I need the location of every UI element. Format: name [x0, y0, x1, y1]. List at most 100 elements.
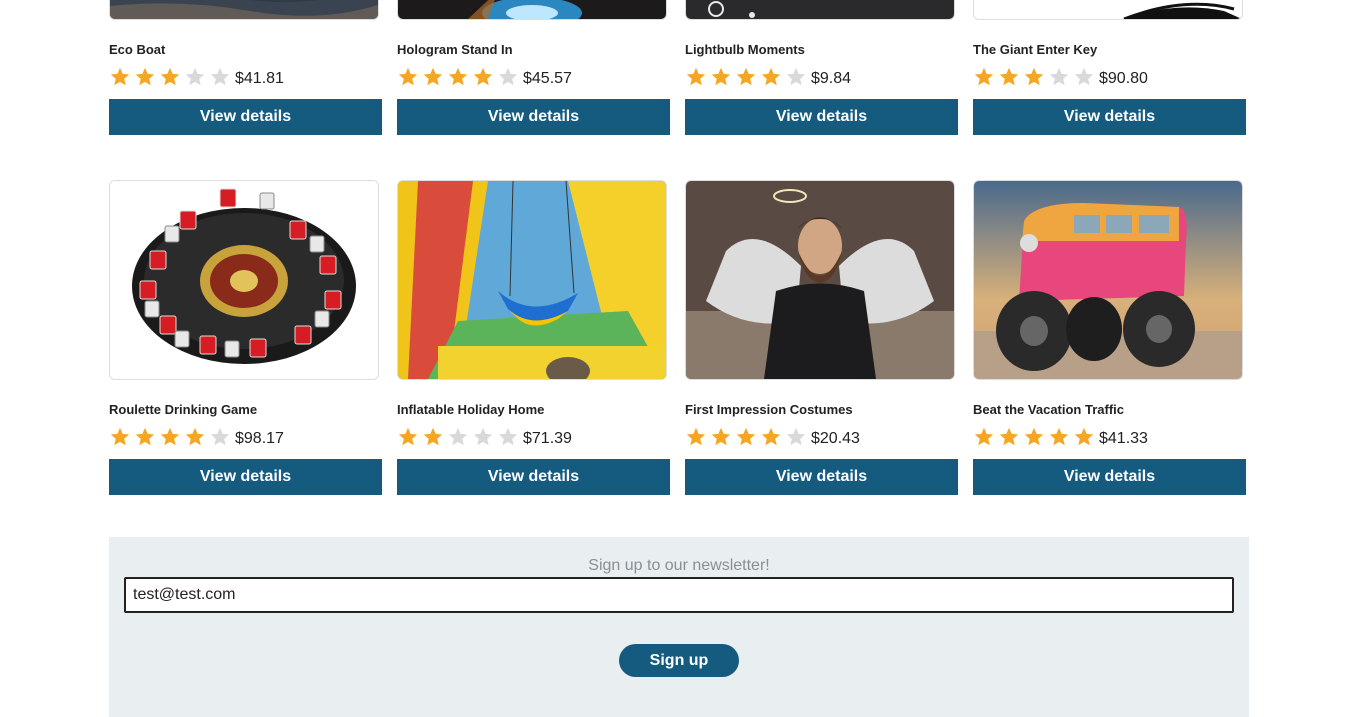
- star-empty-icon: [786, 427, 806, 446]
- star-filled-icon: [711, 427, 731, 446]
- view-details-button[interactable]: View details: [397, 459, 670, 495]
- product-price: $41.33: [1099, 430, 1148, 447]
- product-card: The Giant Enter Key $90.80 View details: [973, 0, 1246, 135]
- star-filled-icon: [135, 67, 155, 86]
- product-name[interactable]: Roulette Drinking Game: [109, 402, 382, 418]
- product-price: $41.81: [235, 70, 284, 87]
- star-filled-icon: [135, 427, 155, 446]
- product-card: Eco Boat $41.81 View details: [109, 0, 382, 135]
- rating-stars: [973, 66, 1095, 88]
- star-filled-icon: [736, 427, 756, 446]
- enter-key-image[interactable]: [973, 0, 1243, 20]
- product-card: First Impression Costumes $20.43 View de…: [685, 180, 958, 495]
- star-filled-icon: [761, 67, 781, 86]
- newsletter-section: Sign up to our newsletter! Sign up: [109, 537, 1249, 717]
- rating-stars: [109, 426, 231, 448]
- star-filled-icon: [1074, 427, 1094, 446]
- product-name[interactable]: First Impression Costumes: [685, 402, 958, 418]
- inflatable-image[interactable]: [397, 180, 667, 380]
- view-details-button[interactable]: View details: [397, 99, 670, 135]
- view-details-button[interactable]: View details: [685, 99, 958, 135]
- product-meta: $71.39: [397, 424, 670, 450]
- rating-stars: [973, 426, 1095, 448]
- monster-van-image[interactable]: [973, 180, 1243, 380]
- star-filled-icon: [160, 427, 180, 446]
- product-meta: $45.57: [397, 64, 670, 90]
- product-price: $98.17: [235, 430, 284, 447]
- star-filled-icon: [761, 427, 781, 446]
- star-filled-icon: [448, 67, 468, 86]
- star-filled-icon: [1024, 427, 1044, 446]
- product-row-top: Eco Boat $41.81 View details Hologram St…: [109, 0, 1249, 135]
- star-filled-icon: [423, 427, 443, 446]
- star-filled-icon: [110, 427, 130, 446]
- rating-stars: [685, 426, 807, 448]
- hologram-image[interactable]: [397, 0, 667, 20]
- product-name[interactable]: The Giant Enter Key: [973, 42, 1246, 58]
- star-filled-icon: [736, 67, 756, 86]
- product-card: Inflatable Holiday Home $71.39 View deta…: [397, 180, 670, 495]
- star-filled-icon: [686, 67, 706, 86]
- star-filled-icon: [160, 67, 180, 86]
- sign-up-button[interactable]: Sign up: [619, 644, 739, 677]
- newsletter-email-input[interactable]: [124, 577, 1234, 613]
- star-filled-icon: [398, 427, 418, 446]
- star-filled-icon: [185, 427, 205, 446]
- product-price: $90.80: [1099, 70, 1148, 87]
- star-empty-icon: [1049, 67, 1069, 86]
- star-filled-icon: [686, 427, 706, 446]
- product-price: $45.57: [523, 70, 572, 87]
- product-price: $20.43: [811, 430, 860, 447]
- roulette-image[interactable]: [109, 180, 379, 380]
- product-name[interactable]: Hologram Stand In: [397, 42, 670, 58]
- star-filled-icon: [1024, 67, 1044, 86]
- rating-stars: [109, 66, 231, 88]
- star-empty-icon: [498, 67, 518, 86]
- product-name[interactable]: Eco Boat: [109, 42, 382, 58]
- newsletter-heading: Sign up to our newsletter!: [588, 557, 770, 574]
- star-empty-icon: [210, 427, 230, 446]
- product-price: $9.84: [811, 70, 852, 87]
- product-price: $71.39: [523, 430, 572, 447]
- product-name[interactable]: Beat the Vacation Traffic: [973, 402, 1246, 418]
- star-filled-icon: [999, 67, 1019, 86]
- product-meta: $41.33: [973, 424, 1246, 450]
- star-filled-icon: [1049, 427, 1069, 446]
- star-filled-icon: [974, 427, 994, 446]
- star-filled-icon: [999, 427, 1019, 446]
- star-empty-icon: [1074, 67, 1094, 86]
- product-name[interactable]: Inflatable Holiday Home: [397, 402, 670, 418]
- rating-stars: [397, 426, 519, 448]
- star-filled-icon: [711, 67, 731, 86]
- star-filled-icon: [398, 67, 418, 86]
- star-filled-icon: [110, 67, 130, 86]
- star-empty-icon: [448, 427, 468, 446]
- star-empty-icon: [473, 427, 493, 446]
- star-empty-icon: [498, 427, 518, 446]
- product-meta: $20.43: [685, 424, 958, 450]
- product-meta: $90.80: [973, 64, 1246, 90]
- view-details-button[interactable]: View details: [973, 99, 1246, 135]
- product-name[interactable]: Lightbulb Moments: [685, 42, 958, 58]
- star-empty-icon: [185, 67, 205, 86]
- product-meta: $9.84: [685, 64, 958, 90]
- product-meta: $41.81: [109, 64, 382, 90]
- view-details-button[interactable]: View details: [973, 459, 1246, 495]
- star-filled-icon: [423, 67, 443, 86]
- star-filled-icon: [473, 67, 493, 86]
- star-empty-icon: [210, 67, 230, 86]
- star-filled-icon: [974, 67, 994, 86]
- eco-boat-image[interactable]: [109, 0, 379, 20]
- view-details-button[interactable]: View details: [685, 459, 958, 495]
- lightbulb-image[interactable]: [685, 0, 955, 20]
- angel-costume-image[interactable]: [685, 180, 955, 380]
- star-empty-icon: [786, 67, 806, 86]
- product-card: Beat the Vacation Traffic $41.33 View de…: [973, 180, 1246, 495]
- product-card: Hologram Stand In $45.57 View details: [397, 0, 670, 135]
- rating-stars: [397, 66, 519, 88]
- view-details-button[interactable]: View details: [109, 99, 382, 135]
- product-row-bottom: Roulette Drinking Game $98.17 View detai…: [109, 180, 1249, 495]
- view-details-button[interactable]: View details: [109, 459, 382, 495]
- product-listing-page: Eco Boat $41.81 View details Hologram St…: [0, 0, 1353, 717]
- product-meta: $98.17: [109, 424, 382, 450]
